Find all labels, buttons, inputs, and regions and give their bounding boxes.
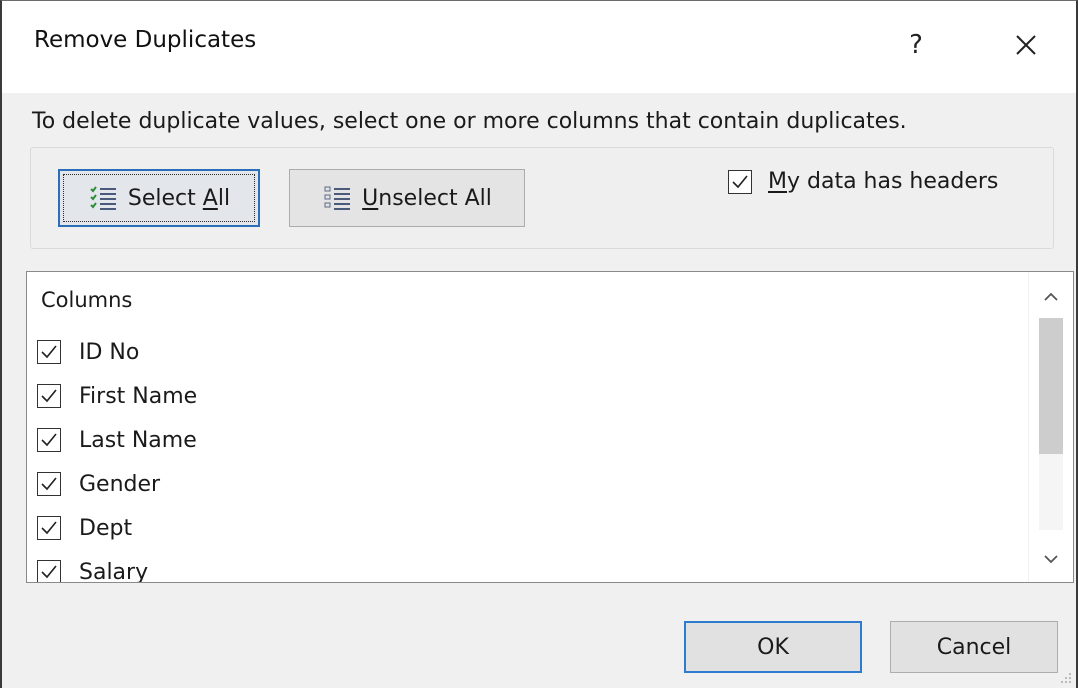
select-all-label: Select All (127, 185, 231, 211)
ok-button[interactable]: OK (684, 621, 862, 673)
scroll-down-button[interactable] (1029, 542, 1073, 576)
list-item-label: Gender (79, 471, 161, 497)
chevron-up-icon (1044, 292, 1058, 301)
my-data-has-headers-label: My data has headers (768, 169, 999, 194)
vertical-scrollbar[interactable] (1028, 272, 1073, 582)
unselect-all-icon (322, 183, 352, 213)
checkmark-icon (41, 565, 57, 579)
checkmark-icon (41, 521, 57, 535)
list-item[interactable]: Gender (37, 462, 1017, 506)
checkbox[interactable] (37, 560, 61, 582)
scroll-thumb[interactable] (1039, 318, 1063, 454)
checkbox[interactable] (37, 384, 61, 408)
list-item-label: ID No (79, 339, 140, 365)
close-button[interactable] (998, 19, 1054, 71)
instructions-text: To delete duplicate values, select one o… (32, 109, 907, 134)
list-item[interactable]: ID No (37, 330, 1017, 374)
dialog-title: Remove Duplicates (34, 27, 257, 53)
columns-list[interactable]: Columns ID No First Name Last Name Gende… (26, 271, 1074, 583)
list-item[interactable]: Dept (37, 506, 1017, 550)
cancel-button[interactable]: Cancel (890, 621, 1058, 673)
checkbox[interactable] (37, 428, 61, 452)
my-data-has-headers-checkbox[interactable]: My data has headers (728, 169, 998, 194)
checkmark-icon (41, 477, 57, 491)
columns-list-header: Columns (41, 288, 133, 312)
select-all-icon (88, 183, 118, 213)
unselect-all-label: Unselect All (362, 185, 492, 211)
help-button[interactable]: ? (890, 19, 942, 71)
checkbox[interactable] (37, 516, 61, 540)
checkmark-icon (41, 345, 57, 359)
title-bar: Remove Duplicates ? (2, 1, 1076, 93)
list-item[interactable]: First Name (37, 374, 1017, 418)
checkbox[interactable] (37, 340, 61, 364)
select-all-button[interactable]: Select All (58, 169, 260, 227)
chevron-down-icon (1044, 555, 1058, 564)
resize-grip-icon[interactable] (1060, 672, 1072, 684)
close-icon (1016, 35, 1036, 55)
scroll-up-button[interactable] (1029, 280, 1073, 314)
list-item[interactable]: Last Name (37, 418, 1017, 462)
checkmark-icon (732, 174, 748, 188)
columns-list-rows: ID No First Name Last Name Gender Dept S… (37, 330, 1017, 583)
list-item-label: Salary (79, 559, 149, 583)
checkbox[interactable] (728, 169, 752, 194)
list-item-label: Dept (79, 515, 133, 541)
list-item[interactable]: Salary (37, 550, 1017, 583)
checkmark-icon (41, 433, 57, 447)
list-item-label: Last Name (79, 427, 197, 453)
remove-duplicates-dialog: Remove Duplicates ? To delete duplicate … (0, 0, 1078, 688)
checkmark-icon (41, 389, 57, 403)
unselect-all-button[interactable]: Unselect All (289, 169, 525, 227)
scroll-track[interactable] (1039, 318, 1063, 530)
checkbox[interactable] (37, 472, 61, 496)
list-item-label: First Name (79, 383, 198, 409)
